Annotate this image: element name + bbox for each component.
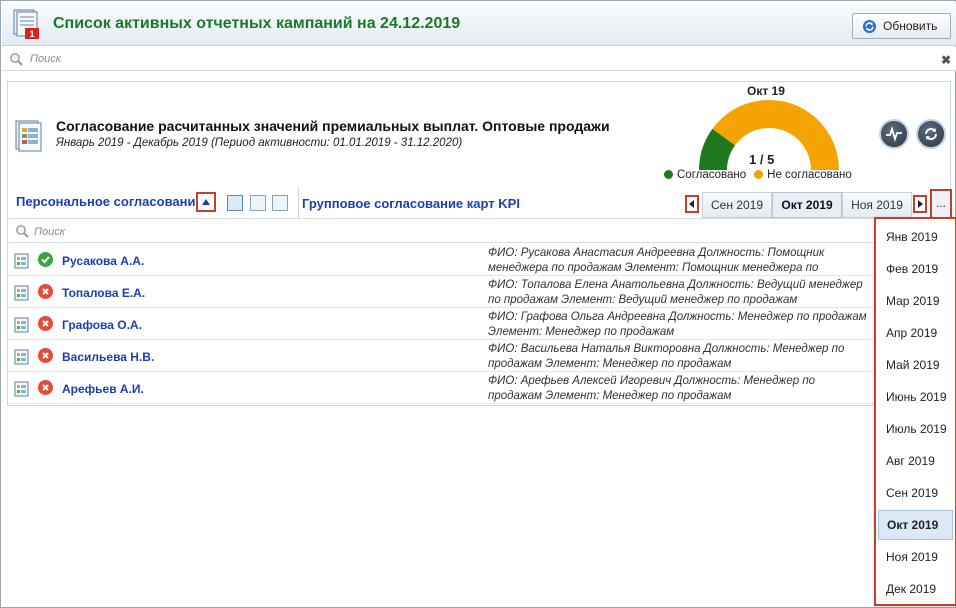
- employee-name[interactable]: Топалова Е.А.: [62, 286, 145, 300]
- month-dropdown: Янв 2019 Фев 2019 Мар 2019 Апр 2019 Май …: [874, 217, 956, 606]
- refresh-button-label: Обновить: [883, 19, 938, 33]
- page-title: Список активных отчетных кампаний на 24.…: [53, 15, 461, 32]
- rejected-x-icon: [38, 316, 53, 331]
- list-item[interactable]: Арефьев А.И. ФИО: Арефьев Алексей Игорев…: [8, 372, 950, 404]
- approved-check-icon: [38, 252, 53, 267]
- campaign-search-bar[interactable]: Поиск ✖: [2, 47, 956, 71]
- month-tab-sep[interactable]: Сен 2019: [702, 192, 772, 218]
- tab-group-kpi[interactable]: Групповое согласование карт KPI: [302, 196, 520, 211]
- month-tab-nov[interactable]: Ноя 2019: [842, 192, 912, 218]
- legend-pending: Не согласовано: [754, 169, 852, 181]
- employee-list: Русакова А.А. ФИО: Русакова Анастасия Ан…: [8, 244, 950, 404]
- gauge-count: 1 / 5: [749, 152, 775, 167]
- dropdown-item-dec[interactable]: Дек 2019: [878, 574, 953, 604]
- gauge-month-label: Окт 19: [747, 84, 785, 98]
- search-icon: [16, 225, 29, 238]
- kpi-card-icon[interactable]: [14, 349, 30, 365]
- employee-name[interactable]: Васильева Н.В.: [62, 350, 154, 364]
- sync-button[interactable]: [916, 119, 946, 149]
- list-item[interactable]: Русакова А.А. ФИО: Русакова Анастасия Ан…: [8, 244, 950, 276]
- statistics-button[interactable]: [879, 119, 909, 149]
- employee-description: ФИО: Топалова Елена Анатольевна Должност…: [488, 279, 863, 306]
- window-header: 1 Список активных отчетных кампаний на 2…: [2, 2, 956, 46]
- dropdown-item-may[interactable]: Май 2019: [878, 350, 953, 380]
- tab-personal-approval[interactable]: Персональное согласование: [16, 194, 203, 209]
- detail-view-icon[interactable]: [250, 195, 266, 211]
- campaign-document-icon: [15, 120, 42, 152]
- kpi-card-icon[interactable]: [14, 381, 30, 397]
- employee-search-input[interactable]: Поиск: [34, 226, 65, 238]
- arrow-left-icon: [689, 200, 694, 208]
- dropdown-item-aug[interactable]: Авг 2019: [878, 446, 953, 476]
- employee-search-bar[interactable]: Поиск: [8, 219, 950, 243]
- list-item[interactable]: Топалова Е.А. ФИО: Топалова Елена Анатол…: [8, 276, 950, 308]
- month-tab-oct[interactable]: Окт 2019: [772, 192, 842, 218]
- collapse-toggle-button[interactable]: [196, 192, 216, 212]
- dropdown-item-feb[interactable]: Фев 2019: [878, 254, 953, 284]
- dropdown-item-oct[interactable]: Окт 2019: [878, 510, 953, 540]
- campaign-list-window: 1 Список активных отчетных кампаний на 2…: [0, 0, 956, 608]
- next-month-button[interactable]: [913, 195, 927, 213]
- employee-description: ФИО: Арефьев Алексей Игоревич Должность:…: [488, 375, 816, 402]
- list-item[interactable]: Графова О.А. ФИО: Графова Ольга Андреевн…: [8, 308, 950, 340]
- list-view-icon[interactable]: [227, 195, 243, 211]
- gauge-legend: Согласовано Не согласовано: [664, 169, 852, 181]
- employee-name[interactable]: Арефьев А.И.: [62, 382, 144, 396]
- dropdown-item-jan[interactable]: Янв 2019: [878, 222, 953, 252]
- rejected-x-icon: [38, 380, 53, 395]
- employee-name[interactable]: Русакова А.А.: [62, 254, 144, 268]
- employee-description: ФИО: Графова Ольга Андреевна Должность: …: [488, 311, 867, 338]
- campaign-panel: Согласование расчитанных значений премиа…: [7, 81, 952, 406]
- rejected-x-icon: [38, 348, 53, 363]
- dropdown-item-sep[interactable]: Сен 2019: [878, 478, 953, 508]
- refresh-button[interactable]: Обновить: [852, 13, 951, 39]
- rejected-x-icon: [38, 284, 53, 299]
- arrow-right-icon: [918, 200, 923, 208]
- dropdown-item-jun[interactable]: Июнь 2019: [878, 382, 953, 412]
- list-item[interactable]: Васильева Н.В. ФИО: Васильева Наталья Ви…: [8, 340, 950, 372]
- dropdown-item-jul[interactable]: Июль 2019: [878, 414, 953, 444]
- search-icon: [10, 53, 23, 66]
- refresh-icon: [862, 19, 877, 33]
- prev-month-button[interactable]: [685, 195, 699, 213]
- dropdown-item-nov[interactable]: Ноя 2019: [878, 542, 953, 572]
- gauge-pending-arc: [712, 100, 839, 170]
- kpi-card-icon[interactable]: [14, 253, 30, 269]
- grid-view-icon[interactable]: [272, 195, 288, 211]
- more-months-button[interactable]: ...: [930, 189, 952, 219]
- employee-description: ФИО: Васильева Наталья Викторовна Должно…: [488, 343, 845, 370]
- clear-search-icon[interactable]: ✖: [941, 53, 951, 67]
- pulse-icon: [886, 126, 902, 142]
- campaign-title: Согласование расчитанных значений премиа…: [56, 118, 610, 134]
- refresh-icon: [925, 128, 937, 140]
- tab-divider: [298, 188, 299, 218]
- kpi-card-icon[interactable]: [14, 285, 30, 301]
- employee-description: ФИО: Русакова Анастасия Андреевна Должно…: [488, 247, 825, 274]
- triangle-up-icon: [202, 199, 210, 205]
- report-book-icon: 1: [13, 9, 39, 39]
- dropdown-item-mar[interactable]: Мар 2019: [878, 286, 953, 316]
- campaign-period: Январь 2019 - Декабрь 2019 (Период актив…: [56, 137, 463, 149]
- employee-name[interactable]: Графова О.А.: [62, 318, 142, 332]
- dropdown-item-apr[interactable]: Апр 2019: [878, 318, 953, 348]
- legend-approved: Согласовано: [664, 169, 746, 181]
- kpi-card-icon[interactable]: [14, 317, 30, 333]
- search-input[interactable]: Поиск: [30, 53, 61, 65]
- svg-text:1: 1: [29, 29, 34, 39]
